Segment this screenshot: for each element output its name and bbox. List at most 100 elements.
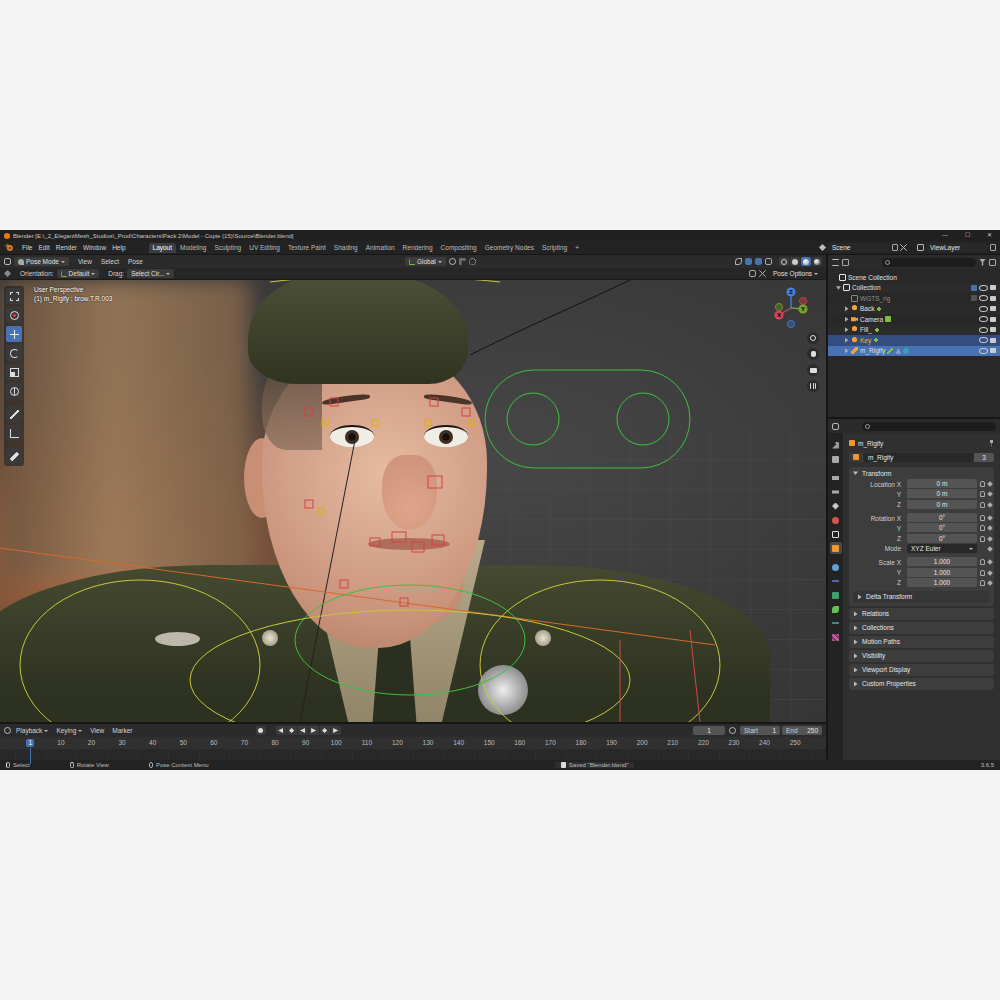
shoulder-control[interactable] bbox=[20, 580, 260, 722]
panel-header[interactable]: Custom Properties bbox=[849, 678, 994, 690]
properties-tab[interactable] bbox=[830, 589, 842, 601]
workspace-tab[interactable]: Animation bbox=[362, 243, 399, 253]
outliner-row[interactable]: Fill_ bbox=[828, 325, 1000, 336]
keyframe-dot-icon[interactable] bbox=[987, 580, 993, 586]
expand-arrow-icon[interactable] bbox=[844, 317, 849, 322]
editor-type-icon[interactable] bbox=[4, 258, 11, 265]
panel-header[interactable]: Collections bbox=[849, 622, 994, 634]
tool-button[interactable] bbox=[6, 364, 22, 380]
outliner-editor-icon[interactable] bbox=[832, 259, 839, 266]
exclude-checkbox[interactable] bbox=[971, 285, 977, 291]
gizmo-axis[interactable]: Y bbox=[798, 304, 807, 313]
outliner-row[interactable]: Scene Collection bbox=[828, 272, 1000, 283]
tool-button[interactable] bbox=[6, 383, 22, 399]
expand-arrow-icon[interactable] bbox=[836, 285, 841, 290]
exclude-checkbox[interactable] bbox=[971, 295, 977, 301]
face-control[interactable] bbox=[400, 598, 408, 606]
face-control[interactable] bbox=[340, 580, 348, 588]
number-field[interactable]: 0° bbox=[907, 534, 977, 543]
number-field[interactable]: 0° bbox=[907, 513, 977, 523]
properties-tab[interactable] bbox=[830, 472, 842, 484]
outliner-row[interactable]: Back bbox=[828, 304, 1000, 315]
panel-header[interactable]: Viewport Display bbox=[849, 664, 994, 676]
gizmo-axis-ball[interactable] bbox=[798, 304, 807, 313]
lock-icon[interactable] bbox=[980, 502, 985, 508]
eye-target-control[interactable] bbox=[485, 370, 690, 468]
gizmo-negative-axis[interactable] bbox=[799, 297, 806, 304]
tool-button[interactable] bbox=[6, 288, 22, 304]
properties-tab[interactable] bbox=[830, 514, 842, 526]
keyframe-dot-icon[interactable] bbox=[987, 492, 993, 498]
stopwatch-icon[interactable] bbox=[729, 727, 736, 734]
copy-icon[interactable] bbox=[990, 244, 996, 251]
ortho-button[interactable] bbox=[807, 380, 819, 392]
expand-arrow-icon[interactable] bbox=[844, 338, 849, 343]
close-icon[interactable] bbox=[759, 270, 766, 277]
lock-icon[interactable] bbox=[980, 570, 985, 576]
prev-key-button[interactable] bbox=[287, 726, 297, 735]
window-control-button[interactable]: ✕ bbox=[978, 230, 1000, 241]
number-field[interactable]: 0° bbox=[907, 523, 977, 533]
keyframe-dot-icon[interactable] bbox=[987, 570, 993, 576]
play-button[interactable] bbox=[309, 726, 319, 735]
properties-tab[interactable] bbox=[830, 575, 842, 587]
keyframe-dot-icon[interactable] bbox=[987, 546, 993, 552]
outliner-row[interactable]: Camera bbox=[828, 314, 1000, 325]
face-control[interactable] bbox=[370, 538, 380, 546]
jump-end-button[interactable] bbox=[331, 726, 341, 735]
properties-tab[interactable] bbox=[830, 528, 842, 540]
keyframe-dot-icon[interactable] bbox=[987, 525, 993, 531]
overlay-toggle-icon[interactable] bbox=[755, 258, 762, 265]
filter-icon[interactable] bbox=[979, 259, 986, 266]
window-control-button[interactable]: ☐ bbox=[956, 230, 978, 241]
snap-icon[interactable] bbox=[459, 258, 466, 265]
keyframe-dot-icon[interactable] bbox=[987, 502, 993, 508]
pin-icon[interactable] bbox=[989, 440, 994, 447]
pose-options-dropdown[interactable]: Pose Options bbox=[769, 269, 822, 278]
number-field[interactable]: 0 m bbox=[907, 489, 977, 499]
shoulder-control[interactable] bbox=[480, 580, 720, 722]
gizmo-axis[interactable]: X bbox=[774, 310, 783, 319]
timeline-menu-item[interactable]: Keying bbox=[53, 726, 85, 736]
face-control[interactable] bbox=[428, 476, 442, 488]
properties-tab[interactable] bbox=[830, 603, 842, 615]
eye-target-control[interactable] bbox=[617, 393, 669, 445]
eyelid-control[interactable] bbox=[322, 420, 328, 426]
scene-field[interactable]: Scene bbox=[828, 243, 890, 252]
mode-dropdown[interactable]: Pose Mode bbox=[14, 257, 69, 266]
object-name-field[interactable]: m_Rigify bbox=[864, 453, 973, 462]
chest-control[interactable] bbox=[190, 610, 630, 722]
workspace-tab[interactable]: Modeling bbox=[176, 243, 210, 253]
eye-icon[interactable] bbox=[979, 306, 988, 312]
tool-button[interactable] bbox=[6, 307, 22, 323]
keyframe-dot-icon[interactable] bbox=[987, 559, 993, 565]
shading-button[interactable] bbox=[779, 257, 789, 266]
expand-arrow-icon[interactable] bbox=[844, 348, 849, 353]
remove-icon[interactable] bbox=[900, 244, 907, 251]
orientation-dropdown[interactable]: Default bbox=[57, 269, 100, 278]
blender-logo-icon[interactable] bbox=[4, 243, 14, 252]
panel-header[interactable]: Relations bbox=[849, 608, 994, 620]
face-control[interactable] bbox=[430, 398, 438, 406]
gizmo-toggle-icon[interactable] bbox=[745, 258, 752, 265]
shading-button[interactable] bbox=[801, 257, 811, 266]
eye-icon[interactable] bbox=[979, 348, 988, 354]
render-camera-icon[interactable] bbox=[990, 285, 996, 290]
add-workspace-button[interactable]: + bbox=[571, 243, 583, 253]
window-control-button[interactable]: — bbox=[934, 230, 956, 241]
menu-item[interactable]: File bbox=[19, 243, 35, 253]
timeline-menu-item[interactable]: Marker bbox=[109, 726, 135, 736]
camera-view-button[interactable] bbox=[807, 364, 819, 376]
rotation-mode-dropdown[interactable]: XYZ Euler bbox=[907, 544, 977, 553]
eye-icon[interactable] bbox=[979, 327, 988, 333]
copy-icon[interactable] bbox=[892, 244, 898, 251]
active-tool-icon[interactable] bbox=[4, 270, 11, 277]
play-reverse-button[interactable] bbox=[298, 726, 308, 735]
eye-icon[interactable] bbox=[979, 285, 988, 291]
workspace-tab[interactable]: Compositing bbox=[437, 243, 481, 253]
panel-header[interactable]: Transform bbox=[849, 467, 994, 479]
lock-icon[interactable] bbox=[980, 559, 985, 565]
menu-item[interactable]: Help bbox=[109, 243, 128, 253]
arm-control[interactable] bbox=[620, 630, 700, 722]
timeline-body[interactable] bbox=[0, 749, 826, 760]
